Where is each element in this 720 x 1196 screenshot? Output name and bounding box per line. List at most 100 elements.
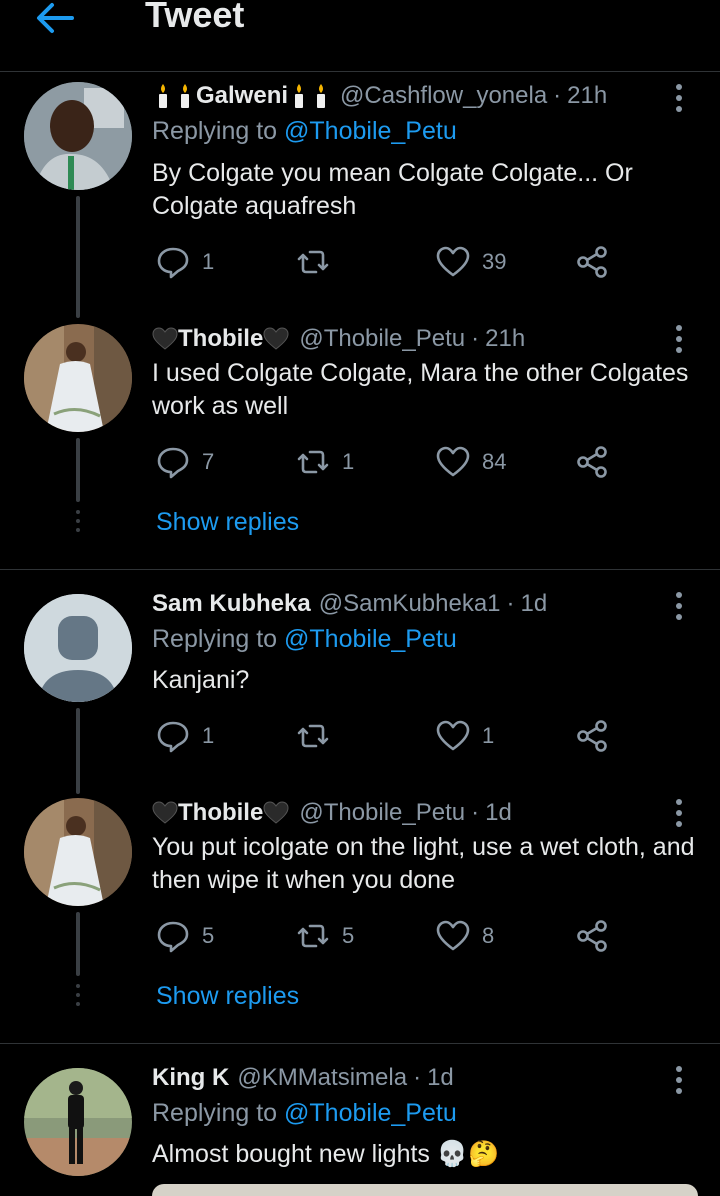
reply-count: 7 — [202, 449, 215, 474]
display-name[interactable]: Galweni — [196, 82, 288, 110]
show-replies-link[interactable]: Show replies — [156, 982, 299, 1011]
candle-icon — [159, 84, 167, 108]
avatar[interactable] — [24, 594, 132, 702]
thread-dots — [76, 984, 80, 1006]
share-icon — [577, 720, 607, 752]
timestamp[interactable]: 21h — [567, 82, 607, 110]
replying-label: Replying to — [152, 625, 278, 653]
divider — [0, 569, 720, 570]
divider — [0, 1043, 720, 1044]
tweet-header: Thobile @Thobile_Petu · 1d — [152, 799, 512, 827]
reply-button[interactable]: 1 — [156, 242, 214, 282]
tweet-text: You put icolgate on the light, use a wet… — [152, 833, 695, 894]
tweet-text: By Colgate you mean Colgate Colgate... O… — [152, 159, 633, 220]
display-name[interactable]: Sam Kubheka — [152, 590, 311, 618]
reply-icon — [157, 721, 189, 753]
timestamp[interactable]: 1d — [521, 590, 548, 618]
tweet-text: I used Colgate Colgate, Mara the other C… — [152, 359, 689, 420]
replying-to: Replying to @Thobile_Petu — [152, 625, 457, 654]
replying-label: Replying to — [152, 1099, 278, 1127]
reply-count: 1 — [202, 249, 215, 274]
reply-icon — [157, 447, 189, 479]
like-button[interactable]: 39 — [436, 242, 506, 282]
share-icon — [577, 446, 607, 478]
share-button[interactable] — [576, 716, 610, 756]
display-name[interactable]: King K — [152, 1064, 229, 1092]
reply-button[interactable]: 5 — [156, 916, 214, 956]
mention-link[interactable]: @Thobile_Petu — [284, 117, 457, 145]
tweet-actions: 5 5 8 — [156, 916, 626, 956]
user-handle[interactable]: @Thobile_Petu — [299, 799, 465, 827]
reply-icon — [157, 247, 189, 279]
separator: · — [413, 1064, 422, 1091]
heart-icon — [436, 246, 470, 277]
thread-line — [76, 438, 80, 502]
display-name[interactable]: Thobile — [178, 325, 263, 353]
more-options-button[interactable] — [676, 799, 684, 827]
like-count: 39 — [482, 249, 507, 274]
timestamp[interactable]: 21h — [485, 325, 525, 353]
replying-to: Replying to @Thobile_Petu — [152, 117, 457, 146]
like-count: 1 — [482, 723, 495, 748]
like-button[interactable]: 84 — [436, 442, 506, 482]
reply-button[interactable]: 7 — [156, 442, 214, 482]
retweet-icon — [297, 250, 329, 274]
mention-link[interactable]: @Thobile_Petu — [284, 1099, 457, 1127]
page-title: Tweet — [145, 0, 245, 35]
media-preview[interactable] — [152, 1184, 698, 1196]
replying-to: Replying to @Thobile_Petu — [152, 1099, 457, 1128]
reply-count: 5 — [202, 923, 215, 948]
user-handle[interactable]: @Thobile_Petu — [299, 325, 465, 353]
display-name[interactable]: Thobile — [178, 799, 263, 827]
more-options-button[interactable] — [676, 325, 684, 353]
separator: · — [471, 325, 480, 352]
tweet-header: Thobile @Thobile_Petu · 21h — [152, 325, 525, 353]
retweet-button[interactable]: 5 — [296, 916, 354, 956]
black-heart-icon — [152, 327, 178, 350]
thread-line — [76, 196, 80, 318]
like-button[interactable]: 1 — [436, 716, 494, 756]
retweet-button[interactable] — [296, 716, 342, 756]
tweet-actions: 1 39 — [156, 242, 626, 282]
retweet-count: 5 — [342, 923, 355, 948]
tweet-actions: 7 1 84 — [156, 442, 626, 482]
back-button[interactable] — [34, 0, 78, 36]
black-heart-icon — [152, 801, 178, 824]
thread-dots — [76, 510, 80, 532]
more-options-button[interactable] — [676, 592, 684, 620]
like-count: 84 — [482, 449, 507, 474]
reply-button[interactable]: 1 — [156, 716, 214, 756]
reply-icon — [157, 921, 189, 953]
user-handle[interactable]: @Cashflow_yonela — [340, 82, 547, 110]
show-replies-link[interactable]: Show replies — [156, 508, 299, 537]
tweet-text: Kanjani? — [152, 666, 250, 694]
avatar[interactable] — [24, 798, 132, 906]
candle-icon — [317, 84, 326, 108]
retweet-button[interactable]: 1 — [296, 442, 354, 482]
black-heart-icon — [263, 327, 289, 350]
more-options-button[interactable] — [676, 84, 684, 112]
timestamp[interactable]: 1d — [485, 799, 512, 827]
share-icon — [577, 246, 607, 278]
retweet-count: 1 — [342, 449, 355, 474]
share-button[interactable] — [576, 442, 610, 482]
avatar[interactable] — [24, 1068, 132, 1176]
timestamp[interactable]: 1d — [427, 1064, 454, 1092]
more-options-button[interactable] — [676, 1066, 684, 1094]
avatar[interactable] — [24, 82, 132, 190]
avatar[interactable] — [24, 324, 132, 432]
like-button[interactable]: 8 — [436, 916, 494, 956]
share-button[interactable] — [576, 916, 610, 956]
user-handle[interactable]: @SamKubheka1 — [319, 590, 501, 618]
retweet-button[interactable] — [296, 242, 342, 282]
share-button[interactable] — [576, 242, 610, 282]
separator: · — [506, 590, 515, 617]
retweet-icon — [297, 724, 329, 748]
reply-count: 1 — [202, 723, 215, 748]
candle-icon — [295, 84, 304, 108]
share-icon — [577, 920, 607, 952]
mention-link[interactable]: @Thobile_Petu — [284, 625, 457, 653]
heart-icon — [436, 720, 470, 751]
heart-icon — [436, 920, 470, 951]
user-handle[interactable]: @KMMatsimela — [237, 1064, 407, 1092]
